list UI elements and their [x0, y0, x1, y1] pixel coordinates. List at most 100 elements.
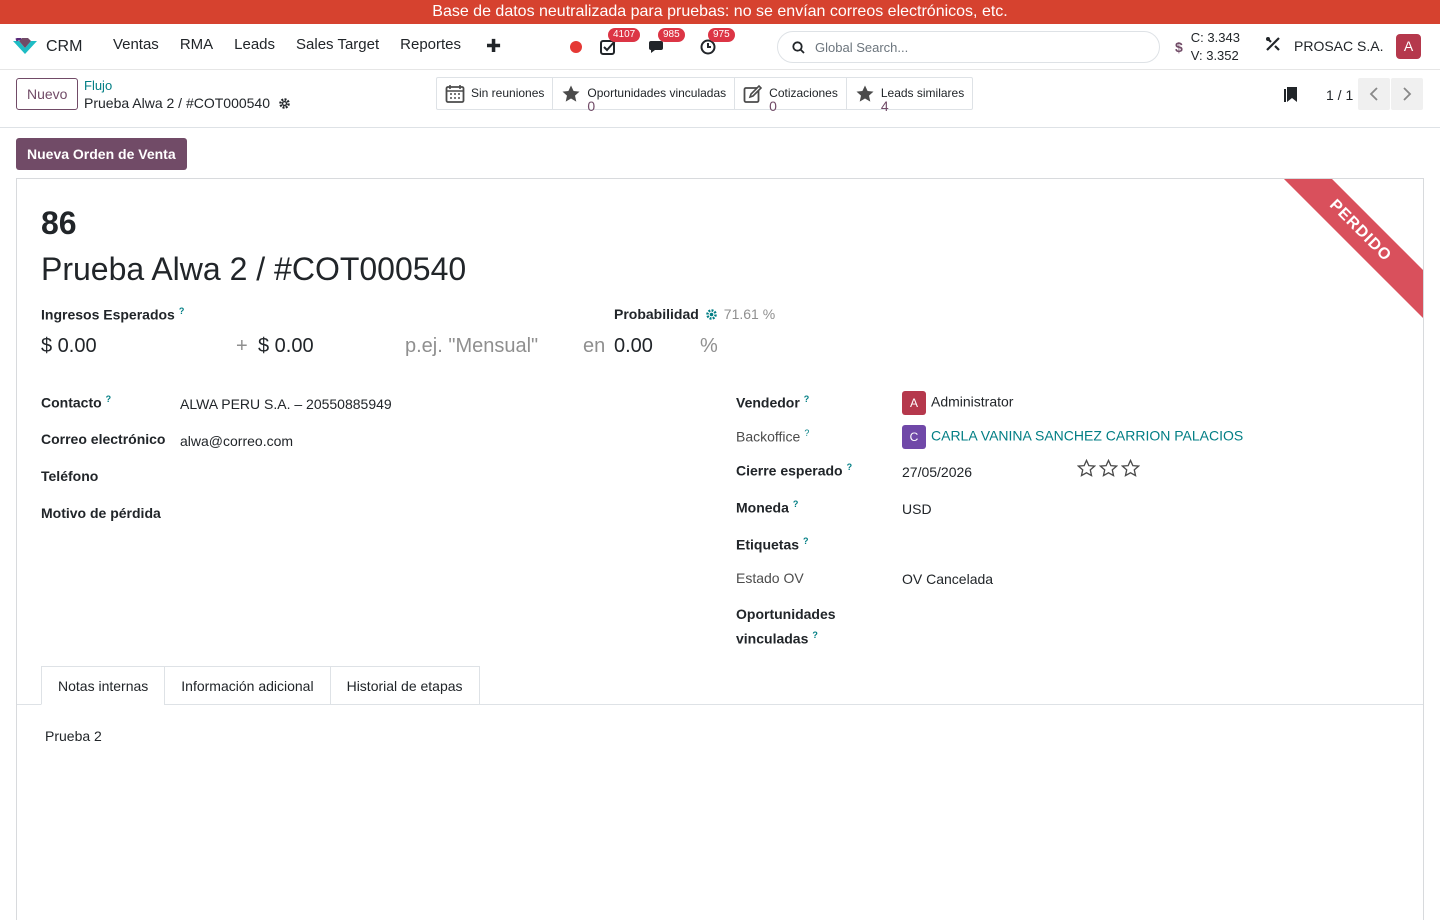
breadcrumb-current: Prueba Alwa 2 / #COT000540	[84, 95, 271, 111]
tools-icon[interactable]	[1265, 36, 1281, 55]
test-db-banner: Base de datos neutralizada para pruebas:…	[0, 0, 1440, 24]
breadcrumb: Prueba Alwa 2 / #COT000540	[84, 95, 291, 111]
global-search[interactable]: Global Search...	[777, 31, 1160, 63]
expected-close-field[interactable]: 27/05/2026	[902, 464, 972, 480]
lost-ribbon: PERDIDO	[1266, 179, 1423, 325]
star-outline-icon[interactable]	[1121, 459, 1140, 477]
probability-label: Probabilidad 71.61 %	[614, 306, 776, 322]
internal-note-text[interactable]: Prueba 2	[45, 728, 102, 744]
star-outline-icon[interactable]	[1099, 459, 1118, 477]
salesperson-label: Vendedor?	[736, 394, 810, 411]
tab-additional-info[interactable]: Información adicional	[164, 666, 331, 705]
salesperson-field[interactable]: A Administrator	[902, 391, 1013, 415]
recurring-revenue-input[interactable]: $ 0.00	[258, 335, 314, 358]
control-panel: Nuevo Flujo Prueba Alwa 2 / #COT000540 S…	[0, 70, 1440, 128]
quotes-label: Cotizaciones	[769, 86, 838, 100]
similar-label: Leads similares	[880, 86, 965, 100]
expected-close-label: Cierre esperado?	[736, 462, 853, 479]
in-label: en	[583, 335, 606, 357]
menu-sales-target[interactable]: Sales Target	[286, 36, 390, 57]
linked-opportunities-button[interactable]: Oportunidades vinculadas 0	[553, 78, 736, 113]
meetings-label: Sin reuniones	[471, 86, 545, 100]
expected-revenue-input[interactable]: $ 0.00	[41, 335, 97, 358]
similar-count: 4	[880, 98, 889, 114]
menu-rma[interactable]: RMA	[169, 36, 223, 57]
activity-checklist-icon[interactable]: 4107	[598, 28, 641, 57]
backoffice-label: Backoffice?	[736, 428, 810, 445]
activities-badge: 4107	[608, 28, 641, 42]
bookmark-icon[interactable]	[1284, 86, 1298, 106]
probability-input[interactable]: 0.00	[614, 335, 653, 358]
rate-v: V: 3.352	[1190, 48, 1239, 63]
so-state-field: OV Cancelada	[902, 571, 994, 587]
chevron-left-icon	[1369, 87, 1378, 101]
star-outline-icon[interactable]	[1077, 459, 1096, 477]
probability-value: 71.61 %	[723, 306, 776, 322]
clock-badge: 975	[708, 28, 735, 42]
search-icon	[792, 40, 805, 54]
form-sheet: PERDIDO 86 Prueba Alwa 2 / #COT000540 In…	[16, 178, 1424, 920]
top-navbar: CRM Ventas RMA Leads Sales Target Report…	[0, 24, 1440, 70]
crm-logo-icon	[13, 37, 37, 54]
contact-label: Contacto?	[41, 394, 112, 411]
chevron-right-icon	[1403, 87, 1412, 101]
menu-leads[interactable]: Leads	[224, 36, 286, 57]
pager-previous-button[interactable]	[1358, 78, 1390, 110]
search-input[interactable]: Global Search...	[815, 40, 908, 55]
email-field[interactable]: alwa@correo.com	[180, 433, 293, 449]
dollar-icon: $	[1175, 39, 1183, 55]
tags-label: Etiquetas?	[736, 536, 809, 553]
star-icon	[562, 85, 580, 102]
priority-stars	[1077, 459, 1140, 477]
gear-icon[interactable]	[705, 308, 718, 321]
app-name[interactable]: CRM	[46, 38, 82, 56]
currency-rates[interactable]: $ C: 3.343 V: 3.352	[1175, 29, 1240, 65]
rate-c: C: 3.343	[1190, 30, 1240, 45]
tab-internal-notes[interactable]: Notas internas	[41, 666, 166, 705]
record-dot-icon[interactable]	[570, 41, 582, 53]
avatar: A	[902, 391, 926, 415]
pager-next-button[interactable]	[1391, 78, 1423, 110]
main-menu: Ventas RMA Leads Sales Target Reportes ✚	[102, 36, 511, 57]
breadcrumb-parent[interactable]: Flujo	[84, 78, 112, 93]
notebook-tabs: Notas internas Información adicional His…	[41, 666, 480, 705]
messages-badge: 985	[658, 28, 685, 42]
so-state-label: Estado OV	[736, 570, 804, 586]
email-label: Correo electrónico	[41, 431, 166, 447]
tab-stage-history[interactable]: Historial de etapas	[329, 666, 480, 705]
linked-count: 0	[587, 98, 596, 114]
currency-label: Moneda?	[736, 499, 799, 516]
calendar-icon	[445, 84, 465, 103]
avatar: C	[902, 425, 926, 449]
pager-value[interactable]: 1 / 1	[1326, 87, 1353, 103]
company-switcher[interactable]: PROSAC S.A.	[1294, 38, 1383, 54]
similar-leads-button[interactable]: Leads similares 4	[847, 78, 972, 113]
meetings-button[interactable]: Sin reuniones	[437, 78, 554, 109]
new-button[interactable]: Nuevo	[16, 78, 79, 110]
expected-revenue-label: Ingresos Esperados?	[41, 306, 185, 323]
star-icon	[856, 85, 874, 102]
lost-reason-label: Motivo de pérdida	[41, 505, 161, 521]
currency-field[interactable]: USD	[902, 501, 932, 517]
menu-reportes[interactable]: Reportes	[390, 36, 472, 57]
clock-icon[interactable]: 975	[698, 28, 735, 57]
quotes-count: 0	[769, 98, 777, 114]
contact-field[interactable]: ALWA PERU S.A. – 20550885949	[180, 396, 392, 412]
record-name[interactable]: Prueba Alwa 2 / #COT000540	[41, 251, 466, 288]
systray: 4107 985 975	[570, 24, 748, 70]
gear-icon[interactable]	[278, 97, 291, 110]
quotations-button[interactable]: Cotizaciones 0	[735, 78, 847, 113]
salesperson-name: Administrator	[931, 393, 1014, 410]
linked-opportunities-label: Oportunidades vinculadas?	[736, 606, 836, 647]
new-sale-order-button[interactable]: Nueva Orden de Venta	[16, 138, 187, 170]
plus-icon[interactable]: ✚	[476, 36, 512, 57]
menu-ventas[interactable]: Ventas	[102, 36, 169, 57]
messages-icon[interactable]: 985	[648, 28, 685, 57]
percent-sign: %	[700, 335, 718, 357]
backoffice-field[interactable]: C CARLA VANINA SANCHEZ CARRION PALACIOS	[902, 425, 1243, 449]
backoffice-name[interactable]: CARLA VANINA SANCHEZ CARRION PALACIOS	[931, 428, 1243, 444]
recurring-plan-input[interactable]: p.ej. "Mensual"	[405, 335, 538, 358]
app-logo[interactable]: CRM	[12, 37, 82, 56]
smart-buttons: Sin reuniones Oportunidades vinculadas 0 …	[436, 77, 974, 113]
user-avatar[interactable]: A	[1396, 34, 1421, 59]
